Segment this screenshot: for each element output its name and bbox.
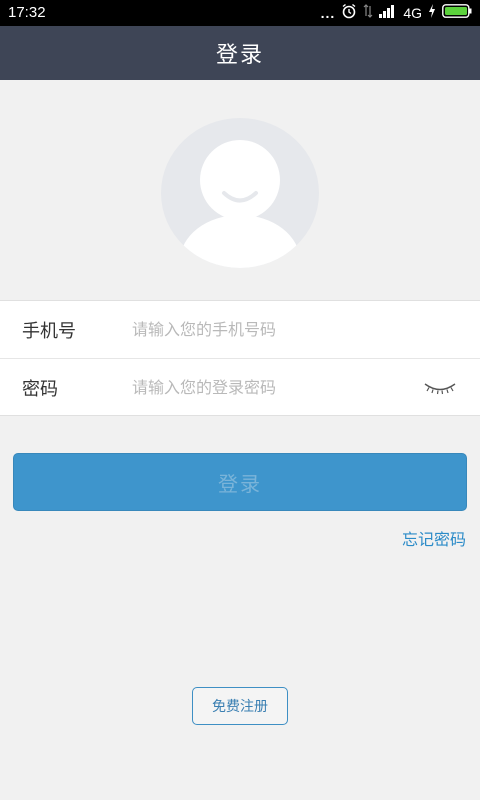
phone-row: 手机号 — [0, 301, 480, 358]
login-button[interactable]: 登录 — [13, 453, 467, 511]
title-bar: 登录 — [0, 26, 480, 80]
forgot-password-link[interactable]: 忘记密码 — [402, 526, 466, 550]
phone-input[interactable] — [132, 320, 412, 339]
password-label: 密码 — [22, 378, 58, 400]
status-bar: 17:32 ... 4G — [0, 0, 480, 26]
register-button[interactable]: 免费注册 — [192, 687, 288, 725]
password-input[interactable] — [132, 378, 412, 397]
avatar[interactable] — [161, 118, 319, 268]
avatar-placeholder-icon — [180, 140, 300, 268]
login-form: 手机号 密码 — [0, 300, 480, 416]
data-arrows-icon — [363, 3, 373, 22]
phone-label: 手机号 — [22, 320, 76, 342]
eye-closed-icon[interactable] — [422, 379, 458, 399]
signal-icon — [379, 4, 397, 21]
more-dots: ... — [320, 4, 336, 21]
status-time: 17:32 — [8, 4, 46, 21]
battery-icon — [442, 4, 472, 21]
status-icons: ... 4G — [321, 3, 472, 22]
alarm-icon — [341, 3, 357, 22]
password-row: 密码 — [0, 358, 480, 416]
charging-icon — [428, 4, 436, 21]
page-title: 登录 — [215, 43, 264, 68]
network-type: 4G — [403, 4, 422, 21]
